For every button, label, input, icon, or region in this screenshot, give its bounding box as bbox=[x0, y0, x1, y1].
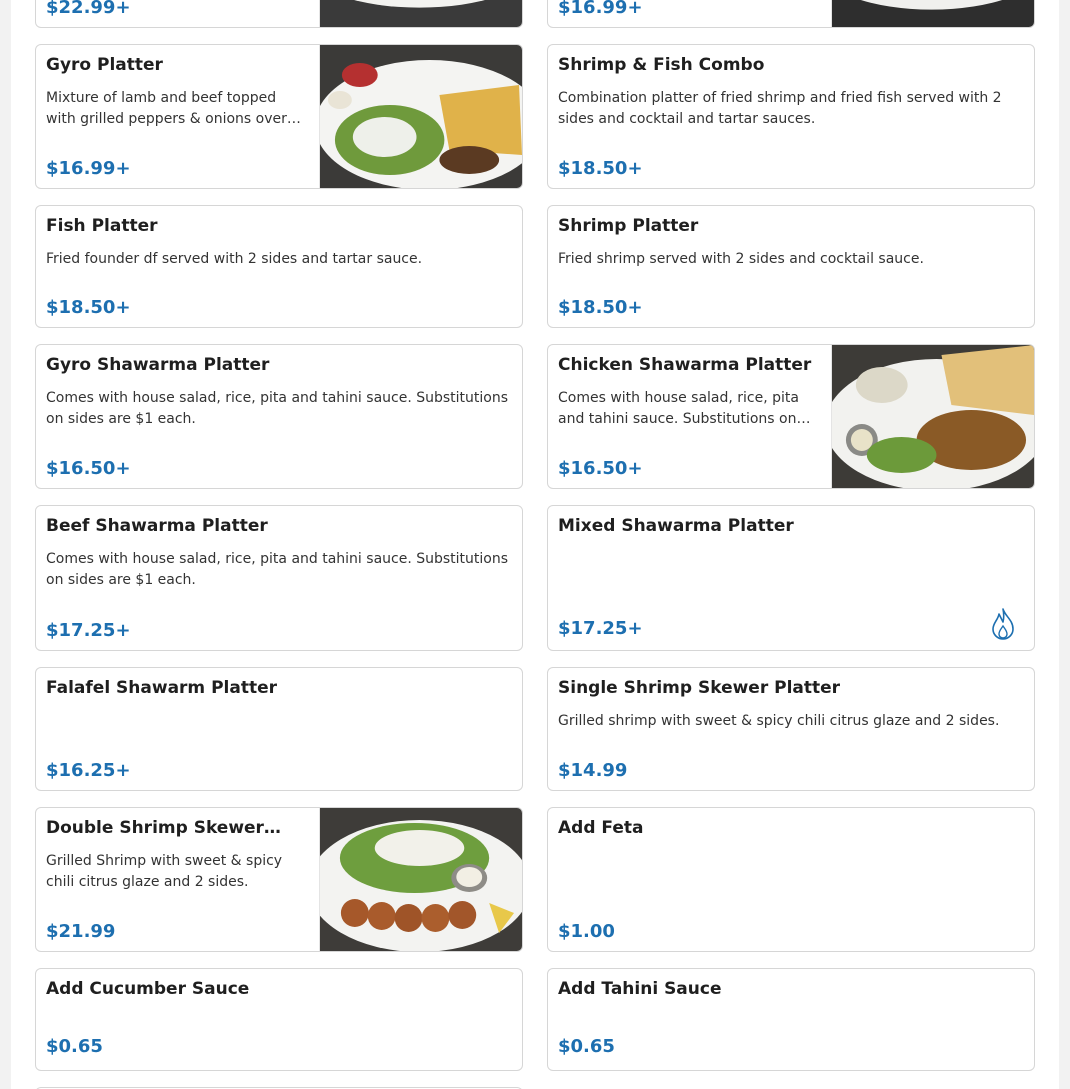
menu-grid: $22.99+ $16.99+ Gyro Platter Mixture of … bbox=[35, 0, 1035, 1089]
item-name: Mixed Shawarma Platter bbox=[558, 516, 794, 536]
menu-item-double-shrimp-skewer[interactable]: Double Shrimp Skewer… Grilled Shrimp wit… bbox=[35, 807, 523, 952]
menu-item-falafel-shawarm-platter[interactable]: Falafel Shawarm Platter $16.25+ bbox=[35, 667, 523, 791]
item-price: $16.50+ bbox=[46, 458, 131, 479]
food-photo bbox=[319, 0, 522, 27]
shrimp-skewer-photo bbox=[319, 808, 522, 951]
item-description: Grilled shrimp with sweet & spicy chili … bbox=[558, 713, 1000, 729]
item-name: Gyro Shawarma Platter bbox=[46, 355, 270, 375]
item-description: Combination platter of fried shrimp and … bbox=[558, 90, 1002, 127]
item-price: $16.25+ bbox=[46, 760, 131, 781]
item-description: Grilled Shrimp with sweet & spicy chili … bbox=[46, 853, 283, 890]
item-description: Comes with house salad, rice, pita and t… bbox=[558, 390, 811, 427]
menu-item-beef-shawarma-platter[interactable]: Beef Shawarma Platter Comes with house s… bbox=[35, 505, 523, 651]
item-description: Fried shrimp served with 2 sides and coc… bbox=[558, 251, 924, 267]
item-price: $21.99 bbox=[46, 921, 116, 942]
item-price: $1.00 bbox=[558, 921, 615, 942]
item-description: Comes with house salad, rice, pita and t… bbox=[46, 390, 509, 427]
item-price: $18.50+ bbox=[46, 297, 131, 318]
menu-item-add-feta[interactable]: Add Feta $1.00 bbox=[547, 807, 1035, 952]
item-name: Fish Platter bbox=[46, 216, 158, 236]
menu-item-add-tahini-sauce[interactable]: Add Tahini Sauce $0.65 bbox=[547, 968, 1035, 1071]
item-price: $18.50+ bbox=[558, 158, 643, 179]
item-name: Beef Shawarma Platter bbox=[46, 516, 268, 536]
item-price: $0.65 bbox=[46, 1036, 103, 1057]
item-price: $16.99+ bbox=[558, 0, 643, 18]
chicken-shawarma-photo bbox=[831, 345, 1034, 488]
menu-item-shrimp-fish-combo[interactable]: Shrimp & Fish Combo Combination platter … bbox=[547, 44, 1035, 189]
item-name: Falafel Shawarm Platter bbox=[46, 678, 277, 698]
menu-item-gyro-shawarma-platter[interactable]: Gyro Shawarma Platter Comes with house s… bbox=[35, 344, 523, 489]
item-name: Chicken Shawarma Platter bbox=[558, 355, 812, 375]
food-photo bbox=[831, 0, 1034, 27]
menu-item-chicken-shawarma-platter[interactable]: Chicken Shawarma Platter Comes with hous… bbox=[547, 344, 1035, 489]
menu-item-top-left[interactable]: $22.99+ bbox=[35, 0, 523, 28]
item-price: $17.25+ bbox=[46, 620, 131, 641]
item-name: Shrimp Platter bbox=[558, 216, 699, 236]
menu-item-add-cucumber-sauce[interactable]: Add Cucumber Sauce $0.65 bbox=[35, 968, 523, 1071]
item-name: Add Tahini Sauce bbox=[558, 979, 722, 999]
item-description: Comes with house salad, rice, pita and t… bbox=[46, 551, 509, 588]
item-price: $16.50+ bbox=[558, 458, 643, 479]
item-price: $14.99 bbox=[558, 760, 628, 781]
menu-item-fish-platter[interactable]: Fish Platter Fried founder df served wit… bbox=[35, 205, 523, 328]
item-name: Double Shrimp Skewer… bbox=[46, 818, 281, 838]
item-price: $17.25+ bbox=[558, 618, 643, 639]
menu-item-top-right[interactable]: $16.99+ bbox=[547, 0, 1035, 28]
menu-page: $22.99+ $16.99+ Gyro Platter Mixture of … bbox=[11, 0, 1059, 1089]
item-price: $22.99+ bbox=[46, 0, 131, 18]
item-description: Fried founder df served with 2 sides and… bbox=[46, 251, 423, 267]
item-price: $18.50+ bbox=[558, 297, 643, 318]
item-name: Add Feta bbox=[558, 818, 644, 838]
menu-item-gyro-platter[interactable]: Gyro Platter Mixture of lamb and beef to… bbox=[35, 44, 523, 189]
item-description: Mixture of lamb and beef topped with gri… bbox=[46, 90, 301, 127]
menu-item-shrimp-platter[interactable]: Shrimp Platter Fried shrimp served with … bbox=[547, 205, 1035, 328]
item-name: Shrimp & Fish Combo bbox=[558, 55, 765, 75]
item-name: Gyro Platter bbox=[46, 55, 163, 75]
flame-icon bbox=[992, 608, 1014, 640]
item-name: Single Shrimp Skewer Platter bbox=[558, 678, 841, 698]
item-price: $0.65 bbox=[558, 1036, 615, 1057]
gyro-platter-photo bbox=[319, 45, 522, 188]
item-price: $16.99+ bbox=[46, 158, 131, 179]
menu-item-mixed-shawarma-platter[interactable]: Mixed Shawarma Platter $17.25+ bbox=[547, 505, 1035, 651]
menu-item-single-shrimp-skewer-platter[interactable]: Single Shrimp Skewer Platter Grilled shr… bbox=[547, 667, 1035, 791]
item-name: Add Cucumber Sauce bbox=[46, 979, 250, 999]
